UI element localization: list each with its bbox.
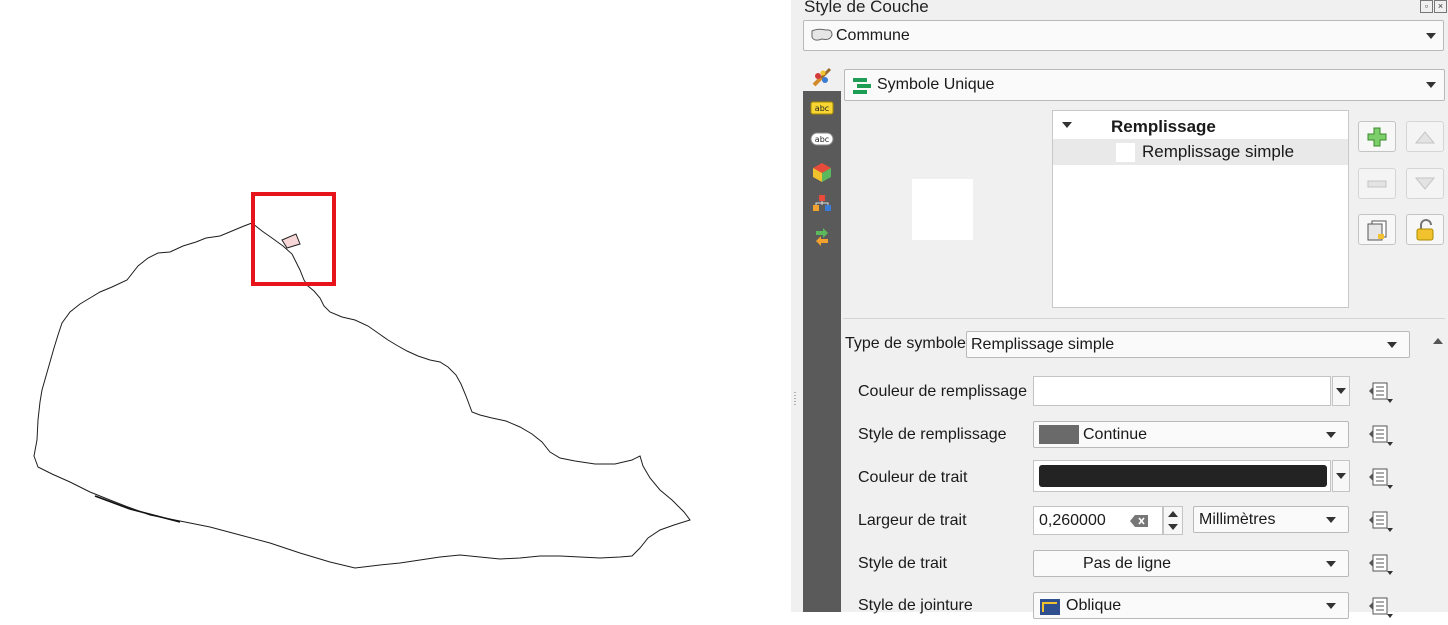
style-tabs-sidebar: abc abc	[803, 64, 841, 612]
chevron-down-icon	[1326, 560, 1336, 567]
duplicate-icon	[1367, 220, 1387, 240]
data-defined-override-icon[interactable]	[1367, 508, 1397, 534]
stroke-color-label: Couleur de trait	[858, 469, 968, 486]
chevron-down-icon	[1326, 602, 1336, 609]
close-icon[interactable]: ×	[1434, 0, 1447, 13]
symbol-type-label: Type de symbole	[845, 335, 966, 352]
tree-row-child[interactable]: Remplissage simple	[1053, 139, 1348, 165]
tree-root-label: Remplissage	[1111, 117, 1216, 136]
section-divider	[843, 318, 1445, 319]
chevron-down-icon	[1336, 473, 1346, 479]
layer-combo[interactable]: Commune	[803, 20, 1444, 51]
diagrams-icon[interactable]	[810, 192, 834, 216]
scroll-up-icon[interactable]	[1433, 338, 1443, 344]
tree-child-label: Remplissage simple	[1142, 142, 1295, 161]
move-down-button[interactable]	[1406, 168, 1444, 199]
mask-labels-icon[interactable]: abc	[810, 127, 834, 151]
fill-color-label: Couleur de remplissage	[858, 383, 1027, 400]
panel-title: Style de Couche	[804, 0, 929, 16]
duplicate-symbol-layer-button[interactable]	[1358, 214, 1396, 245]
join-style-label: Style de jointure	[858, 597, 973, 614]
labels-icon[interactable]: abc	[810, 96, 834, 120]
map-canvas[interactable]	[0, 0, 791, 612]
fill-style-value: Continue	[1083, 425, 1148, 443]
fill-color-button[interactable]	[1033, 376, 1331, 406]
panel-splitter[interactable]	[791, 0, 799, 612]
tree-row-root[interactable]: Remplissage	[1053, 115, 1348, 139]
fill-color-swatch	[1039, 381, 1325, 401]
stroke-width-unit-value: Millimètres	[1199, 510, 1276, 528]
expand-arrow-icon[interactable]	[1062, 122, 1072, 128]
data-defined-override-icon[interactable]	[1367, 594, 1397, 620]
spin-down-icon[interactable]	[1168, 524, 1178, 530]
stroke-width-input[interactable]: 0,260000	[1033, 506, 1163, 535]
paintbrush-icon[interactable]	[810, 65, 834, 89]
plus-icon	[1367, 127, 1387, 146]
data-defined-override-icon[interactable]	[1367, 551, 1397, 577]
join-style-combo[interactable]: Oblique	[1033, 592, 1349, 619]
renderer-combo[interactable]: Symbole Unique	[844, 69, 1445, 101]
stroke-style-value: Pas de ligne	[1083, 554, 1172, 572]
stroke-style-label: Style de trait	[858, 555, 947, 572]
stroke-color-button[interactable]	[1033, 460, 1331, 492]
chevron-down-icon	[1336, 388, 1346, 394]
arrow-down-icon	[1414, 177, 1436, 190]
chevron-down-icon	[1387, 341, 1397, 348]
svg-text:abc: abc	[815, 104, 829, 113]
commune-polygon-layer	[33, 192, 691, 569]
symbol-layer-tree[interactable]: Remplissage Remplissage simple	[1052, 110, 1349, 308]
stroke-color-swatch	[1039, 465, 1327, 487]
miter-join-icon	[1039, 598, 1061, 621]
commune-boundary	[33, 222, 691, 569]
splitter-grip	[794, 392, 796, 406]
stroke-color-menu-button[interactable]	[1332, 460, 1350, 492]
fill-style-label: Style de remplissage	[858, 426, 1007, 443]
solid-pattern-icon	[1039, 425, 1079, 444]
symbol-preview	[912, 179, 973, 240]
properties-scrollbar[interactable]	[1429, 330, 1446, 612]
chevron-down-icon	[1426, 82, 1436, 88]
add-symbol-layer-button[interactable]	[1358, 121, 1396, 152]
symbol-type-value: Remplissage simple	[971, 335, 1115, 353]
fill-style-combo[interactable]: Continue	[1033, 421, 1349, 448]
layer-combo-label: Commune	[836, 26, 910, 44]
move-up-button[interactable]	[1406, 121, 1444, 152]
spin-up-icon[interactable]	[1168, 511, 1178, 517]
clear-icon[interactable]	[1129, 514, 1149, 533]
chevron-down-icon	[1326, 516, 1336, 523]
polygon-layer-icon	[810, 27, 834, 48]
single-symbol-icon	[851, 76, 873, 101]
chevron-down-icon	[1326, 431, 1336, 438]
float-icon[interactable]: ▫	[1420, 0, 1433, 13]
data-defined-override-icon[interactable]	[1367, 465, 1397, 491]
layer-style-panel: Style de Couche ▫ × Commune abc abc Symb…	[799, 0, 1448, 619]
stroke-style-combo[interactable]: Pas de ligne	[1033, 550, 1349, 577]
arrow-up-icon	[1414, 130, 1436, 143]
fill-color-menu-button[interactable]	[1332, 376, 1350, 406]
stroke-width-label: Largeur de trait	[858, 512, 967, 529]
svg-text:abc: abc	[815, 135, 829, 144]
history-icon[interactable]	[810, 224, 834, 248]
selected-feature[interactable]	[281, 233, 301, 249]
minus-icon	[1367, 180, 1387, 187]
unlock-icon	[1416, 218, 1434, 240]
symbol-type-combo[interactable]: Remplissage simple	[966, 331, 1410, 358]
fill-swatch-icon	[1116, 143, 1135, 162]
chevron-down-icon	[1426, 32, 1436, 39]
data-defined-override-icon[interactable]	[1367, 422, 1397, 448]
data-defined-override-icon[interactable]	[1367, 379, 1397, 405]
stroke-width-spinner[interactable]	[1163, 506, 1183, 535]
stroke-width-unit-combo[interactable]: Millimètres	[1193, 506, 1349, 533]
stroke-width-value: 0,260000	[1039, 512, 1106, 529]
renderer-combo-label: Symbole Unique	[877, 76, 995, 93]
3d-view-icon[interactable]	[810, 160, 834, 184]
remove-symbol-layer-button[interactable]	[1358, 168, 1396, 199]
lock-layer-button[interactable]	[1406, 214, 1444, 245]
